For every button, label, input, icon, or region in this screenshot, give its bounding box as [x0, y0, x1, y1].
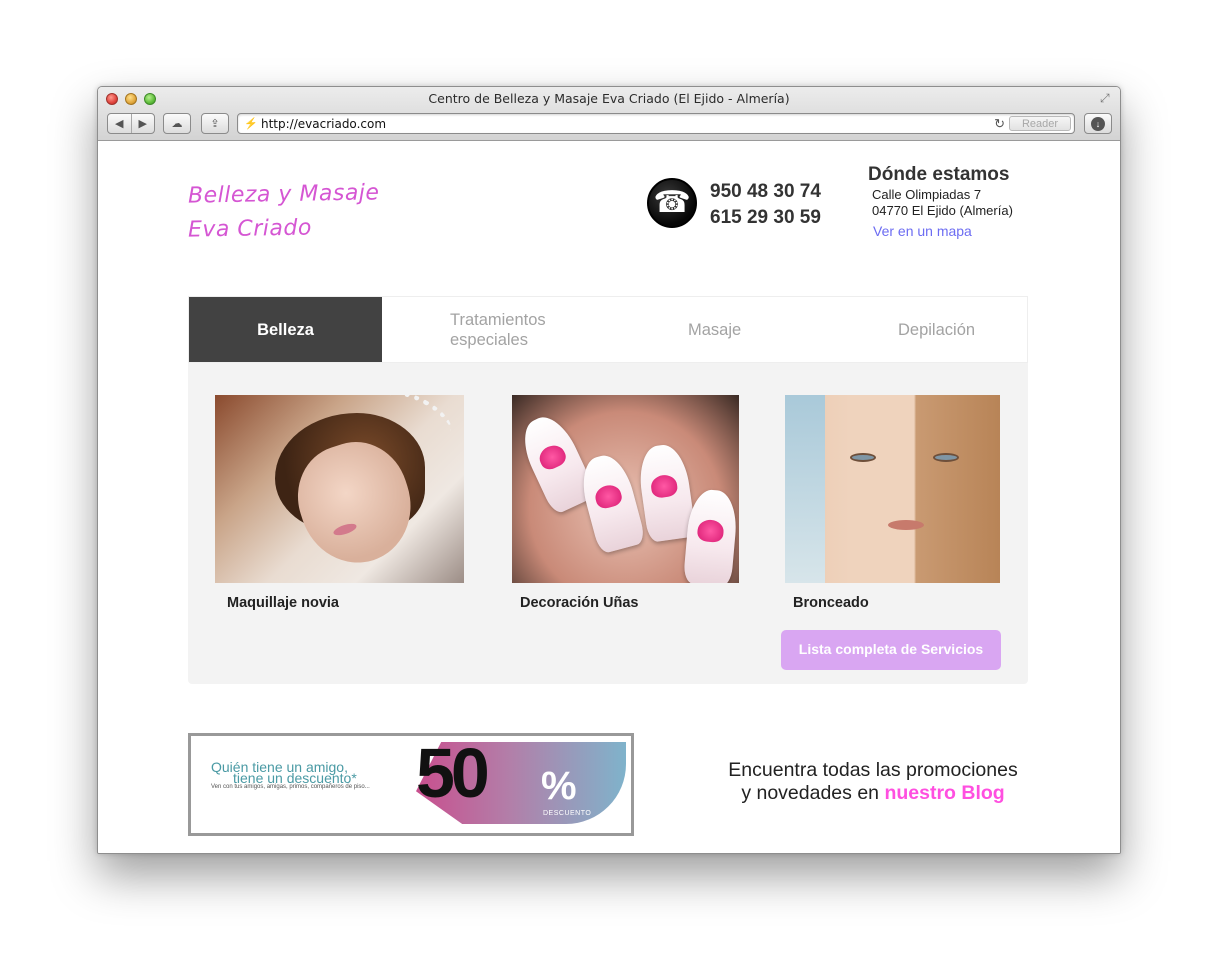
download-icon: ↓: [1091, 116, 1105, 131]
browser-window: Centro de Belleza y Masaje Eva Criado (E…: [97, 86, 1121, 854]
blog-line-2: y novedades en nuestro Blog: [698, 782, 1048, 805]
share-icon: ⇪: [210, 118, 220, 130]
nav-button-group: ◀ ▶: [107, 113, 155, 134]
url-text[interactable]: http://evacriado.com: [261, 117, 386, 131]
tab-belleza[interactable]: Belleza: [189, 297, 382, 362]
services-panel: Maquillaje novia Decoración Uñas Broncea…: [188, 363, 1028, 684]
blog-promo-text: Encuentra todas las promociones y noveda…: [698, 759, 1048, 805]
service-caption[interactable]: Decoración Uñas: [520, 595, 739, 611]
map-link[interactable]: Ver en un mapa: [873, 223, 1013, 239]
tab-tratamientos-especiales[interactable]: Tratamientos especiales: [382, 297, 597, 362]
title-bar: Centro de Belleza y Masaje Eva Criado (E…: [98, 87, 1120, 141]
bridal-makeup-photo[interactable]: [215, 395, 464, 583]
promo-discount-number: 50: [416, 734, 490, 812]
promo-fine-print: Ven con tus amigos, amigas, primos, comp…: [211, 784, 370, 790]
site-icon: ⚡: [244, 118, 258, 130]
nail-art-photo[interactable]: [512, 395, 739, 583]
tanning-photo[interactable]: [785, 395, 1000, 583]
service-card[interactable]: Decoración Uñas: [512, 395, 739, 611]
blog-line-2-prefix: y novedades en: [741, 782, 880, 804]
logo-line-1: Belleza y Masaje: [187, 180, 380, 209]
site-logo[interactable]: Belleza y Masaje Eva Criado: [187, 178, 380, 246]
location-title: Dónde estamos: [868, 164, 1010, 185]
promo-discount-label: DESCUENTO: [543, 810, 592, 817]
window-title: Centro de Belleza y Masaje Eva Criado (E…: [428, 91, 790, 106]
blog-line-1: Encuentra todas las promociones: [728, 759, 1018, 781]
cloud-icon: ☁: [171, 118, 183, 130]
share-button[interactable]: ⇪: [201, 113, 229, 134]
back-arrow-icon[interactable]: ◀: [108, 117, 131, 130]
phone-numbers: 950 48 30 74 615 29 30 59: [710, 179, 821, 231]
promo-banner[interactable]: Quién tiene un amigo, tiene un descuento…: [188, 733, 634, 836]
phone-number-1: 950 48 30 74: [710, 181, 821, 202]
address-bar[interactable]: ⚡ http://evacriado.com ↻ Reader: [237, 113, 1075, 134]
service-caption[interactable]: Maquillaje novia: [227, 595, 464, 611]
service-card[interactable]: Bronceado: [785, 395, 1000, 611]
tab-masaje[interactable]: Masaje: [597, 297, 807, 362]
address-line-2: 04770 El Ejido (Almería): [872, 203, 1013, 218]
telephone-icon: ☎: [647, 178, 697, 228]
icloud-tabs-button[interactable]: ☁: [163, 113, 191, 134]
full-services-list-button[interactable]: Lista completa de Servicios: [781, 630, 1001, 670]
service-tabs: Belleza Tratamientos especiales Masaje D…: [188, 296, 1028, 363]
promo-percent-sign: %: [541, 764, 577, 808]
tab-depilacion[interactable]: Depilación: [807, 297, 1027, 362]
service-caption[interactable]: Bronceado: [793, 595, 1000, 611]
reader-button[interactable]: Reader: [1009, 116, 1071, 131]
reload-icon[interactable]: ↻: [994, 116, 1005, 132]
forward-arrow-icon[interactable]: ▶: [132, 117, 155, 130]
service-card[interactable]: Maquillaje novia: [215, 395, 464, 611]
tab-label: Tratamientos especiales: [450, 310, 546, 349]
location-block: Dónde estamos Calle Olimpiadas 7 04770 E…: [868, 163, 1013, 239]
address-line-1: Calle Olimpiadas 7: [872, 187, 982, 202]
phone-number-2: 615 29 30 59: [710, 207, 821, 228]
fullscreen-icon[interactable]: ⤢: [1100, 91, 1114, 105]
web-page: Belleza y Masaje Eva Criado ☎ 950 48 30 …: [98, 142, 1120, 853]
blog-link[interactable]: nuestro Blog: [884, 782, 1004, 804]
downloads-button[interactable]: ↓: [1084, 113, 1112, 134]
logo-line-2: Eva Criado: [187, 215, 313, 243]
